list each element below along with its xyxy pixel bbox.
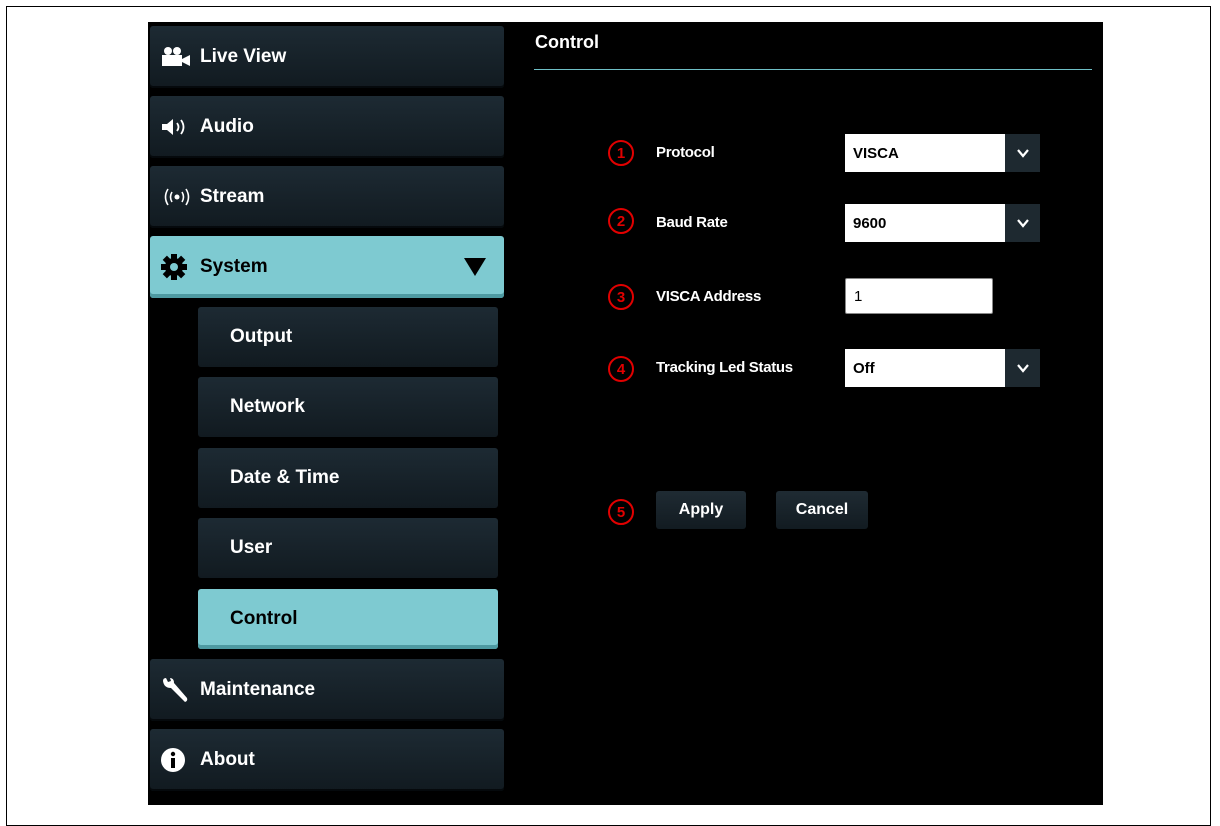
nav-about[interactable]: About bbox=[150, 729, 504, 791]
subnav-user[interactable]: User bbox=[198, 518, 498, 578]
subnav-output-label: Output bbox=[230, 326, 293, 347]
cancel-button[interactable]: Cancel bbox=[776, 491, 868, 529]
subnav-network[interactable]: Network bbox=[198, 377, 498, 437]
wrench-icon bbox=[160, 676, 200, 704]
nav-stream-label: Stream bbox=[200, 186, 265, 207]
nav-live-view-label: Live View bbox=[200, 46, 287, 67]
baud-rate-value: 9600 bbox=[845, 204, 1005, 242]
video-camera-icon bbox=[160, 43, 200, 71]
chevron-down-icon[interactable] bbox=[1005, 204, 1040, 242]
nav-live-view[interactable]: Live View bbox=[150, 26, 504, 88]
subnav-control-label: Control bbox=[230, 608, 298, 629]
info-icon bbox=[160, 746, 200, 774]
subnav-control[interactable]: Control bbox=[198, 589, 498, 649]
marker-4: 4 bbox=[608, 356, 634, 382]
subnav-date-time-label: Date & Time bbox=[230, 467, 340, 488]
protocol-value: VISCA bbox=[845, 134, 1005, 172]
nav-system[interactable]: System bbox=[150, 236, 504, 298]
triangle-down-icon bbox=[464, 258, 486, 282]
nav-about-label: About bbox=[200, 749, 255, 770]
tracking-led-value: Off bbox=[845, 349, 1005, 387]
marker-3: 3 bbox=[608, 284, 634, 310]
baud-rate-label: Baud Rate bbox=[656, 214, 728, 231]
marker-2: 2 bbox=[608, 208, 634, 234]
subnav-date-time[interactable]: Date & Time bbox=[198, 448, 498, 508]
baud-rate-select[interactable]: 9600 bbox=[845, 204, 1040, 242]
gear-icon bbox=[160, 253, 200, 281]
nav-maintenance-label: Maintenance bbox=[200, 679, 316, 700]
title-divider bbox=[534, 69, 1092, 70]
app-window: Live View Audio Stream System Output Net… bbox=[148, 22, 1103, 805]
tracking-led-label: Tracking Led Status bbox=[656, 359, 793, 376]
nav-stream[interactable]: Stream bbox=[150, 166, 504, 228]
broadcast-icon bbox=[160, 183, 200, 211]
nav-maintenance[interactable]: Maintenance bbox=[150, 659, 504, 721]
nav-audio[interactable]: Audio bbox=[150, 96, 504, 158]
page-title: Control bbox=[535, 32, 599, 52]
subnav-user-label: User bbox=[230, 537, 273, 558]
protocol-label: Protocol bbox=[656, 144, 715, 161]
visca-address-label: VISCA Address bbox=[656, 288, 762, 305]
nav-system-label: System bbox=[200, 256, 268, 277]
marker-1: 1 bbox=[608, 140, 634, 166]
apply-button[interactable]: Apply bbox=[656, 491, 746, 529]
subnav-output[interactable]: Output bbox=[198, 307, 498, 367]
speaker-icon bbox=[160, 113, 200, 141]
chevron-down-icon[interactable] bbox=[1005, 134, 1040, 172]
protocol-select[interactable]: VISCA bbox=[845, 134, 1040, 172]
chevron-down-icon[interactable] bbox=[1005, 349, 1040, 387]
visca-address-input[interactable] bbox=[845, 278, 993, 314]
tracking-led-select[interactable]: Off bbox=[845, 349, 1040, 387]
subnav-network-label: Network bbox=[230, 396, 305, 417]
nav-audio-label: Audio bbox=[200, 116, 254, 137]
marker-5: 5 bbox=[608, 499, 634, 525]
